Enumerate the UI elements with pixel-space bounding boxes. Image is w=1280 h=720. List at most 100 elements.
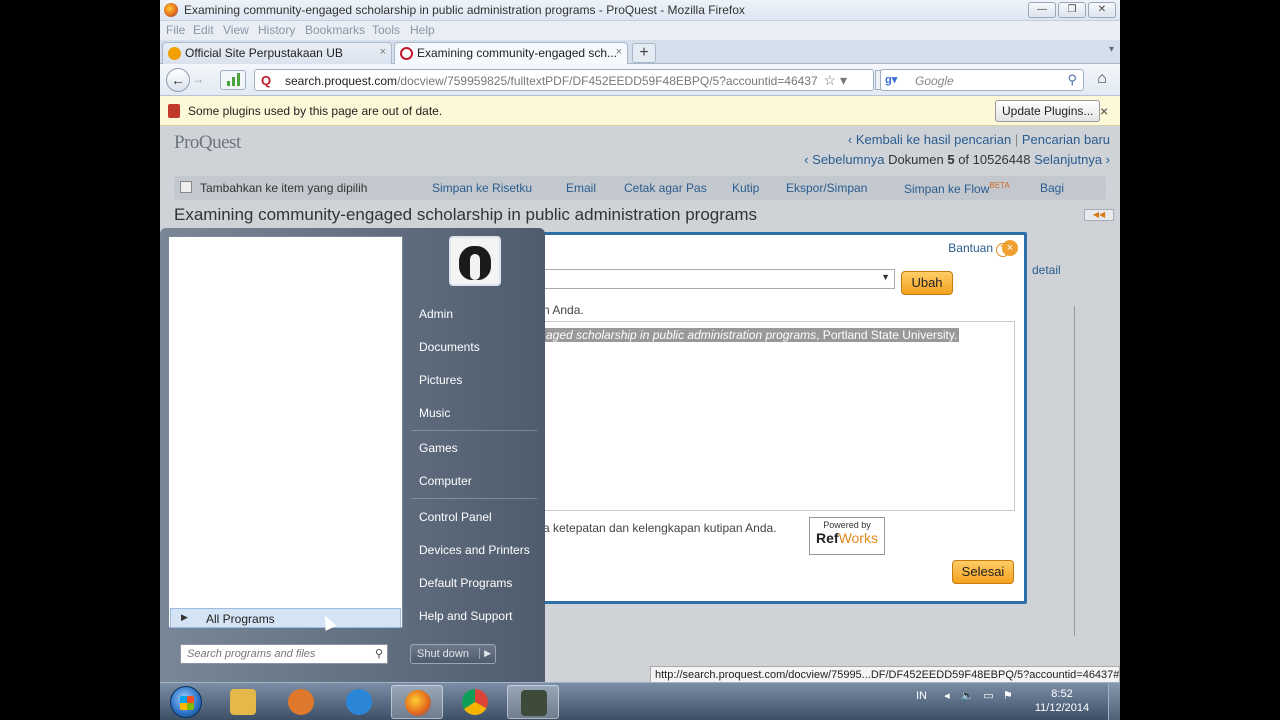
proquest-icon [400, 47, 413, 60]
taskbar-explorer[interactable] [217, 685, 269, 719]
help-link[interactable]: Bantuan? [948, 241, 1010, 257]
menu-file[interactable]: File [166, 23, 185, 37]
start-item-control-panel[interactable]: Control Panel [419, 510, 492, 524]
close-plugin-bar-icon[interactable]: × [1100, 103, 1108, 119]
tray-arrow-icon[interactable]: ◂ [944, 690, 950, 702]
back-button[interactable]: ← [166, 68, 190, 92]
close-tab-icon[interactable]: × [616, 46, 622, 58]
minimize-button[interactable]: — [1028, 2, 1056, 18]
clock-time: 8:52 [1051, 688, 1073, 700]
search-icon[interactable]: ⚲ [1067, 72, 1077, 88]
google-icon[interactable]: g▾ [885, 73, 899, 87]
change-style-button[interactable]: Ubah [901, 271, 953, 295]
email-button[interactable]: Email [566, 181, 596, 195]
close-window-button[interactable]: ✕ [1088, 2, 1116, 18]
save-to-flow-button[interactable]: Simpan ke FlowBETA [904, 181, 1010, 196]
done-button[interactable]: Selesai [952, 560, 1014, 584]
menu-tools[interactable]: Tools [372, 23, 400, 37]
menu-view[interactable]: View [223, 23, 249, 37]
save-to-myresearch-button[interactable]: Simpan ke Risetku [432, 181, 532, 195]
home-icon[interactable]: ⌂ [1090, 70, 1114, 90]
show-desktop-button[interactable] [1108, 683, 1120, 720]
export-button[interactable]: Ekspor/Simpan [786, 181, 867, 195]
close-dialog-icon[interactable]: × [1002, 240, 1018, 256]
proquest-logo[interactable]: ProQuest [174, 132, 241, 154]
user-avatar[interactable] [449, 236, 501, 286]
language-indicator[interactable]: IN [916, 690, 927, 702]
arrow-right-icon: ▶ [181, 612, 188, 622]
taskbar: IN ◂ 🔈 ▭ ⚑ 8:52 11/12/2014 [160, 682, 1120, 720]
start-item-music[interactable]: Music [419, 406, 450, 420]
taskbar-media-player[interactable] [275, 685, 327, 719]
collapse-panel-icon[interactable]: ◀◀ [1084, 209, 1114, 221]
tab-list-icon[interactable]: ▾ [1109, 44, 1114, 55]
system-tray: IN ◂ 🔈 ▭ ⚑ [916, 689, 1013, 702]
plugin-message: Some plugins used by this page are out o… [188, 104, 443, 118]
search-programs-input[interactable]: Search programs and files ⚲ [180, 644, 388, 664]
new-search-link[interactable]: Pencarian baru [1022, 132, 1110, 147]
close-tab-icon[interactable]: × [380, 46, 386, 58]
refworks-logo[interactable]: Powered by RefWorks [809, 517, 885, 555]
menu-history[interactable]: History [258, 23, 295, 37]
document-index: 5 [947, 152, 955, 167]
taskbar-firefox[interactable] [391, 685, 443, 719]
document-title: Examining community-engaged scholarship … [174, 205, 758, 224]
taskbar-internet-explorer[interactable] [333, 685, 385, 719]
ie-icon [346, 689, 372, 715]
previous-link[interactable]: ‹ Sebelumnya [804, 152, 884, 167]
taskbar-camtasia[interactable] [507, 685, 559, 719]
url-bar[interactable]: Q search.proquest.com/docview/759959825/… [254, 69, 895, 91]
network-icon[interactable]: ▭ [983, 690, 993, 702]
start-item-help-support[interactable]: Help and Support [419, 609, 512, 623]
bookmark-star-icon[interactable]: ☆ ▾ [824, 72, 847, 89]
start-item-computer[interactable]: Computer [419, 474, 472, 488]
start-item-games[interactable]: Games [419, 441, 458, 455]
start-item-default-programs[interactable]: Default Programs [419, 576, 512, 590]
share-button[interactable]: Bagi [1040, 181, 1064, 195]
start-item-admin[interactable]: Admin [419, 307, 453, 321]
cite-button[interactable]: Kutip [732, 181, 759, 195]
menu-edit[interactable]: Edit [193, 23, 214, 37]
search-placeholder: Google [915, 74, 954, 88]
detail-link[interactable]: detail [1032, 263, 1061, 277]
new-tab-button[interactable]: + [632, 43, 656, 63]
start-item-devices-printers[interactable]: Devices and Printers [419, 543, 530, 557]
action-center-icon[interactable]: ⚑ [1003, 690, 1013, 702]
start-item-documents[interactable]: Documents [419, 340, 480, 354]
citation-hint-top: n Anda. [543, 303, 584, 317]
document-toolbar: Tambahkan ke item yang dipilih Simpan ke… [174, 176, 1106, 200]
citation-style-select[interactable]: ▼ [543, 269, 895, 289]
tab-label: Examining community-engaged sch... [417, 46, 618, 60]
search-bar[interactable]: g▾ Google ⚲ [880, 69, 1084, 91]
back-to-results-link[interactable]: ‹ Kembali ke hasil pencarian [848, 132, 1011, 147]
navigation-bar: ← → Q search.proquest.com/docview/759959… [160, 64, 1120, 96]
tab-perpustakaan-ub[interactable]: Official Site Perpustakaan UB × [162, 42, 392, 64]
update-plugins-button[interactable]: Update Plugins... [995, 100, 1101, 122]
tab-proquest[interactable]: Examining community-engaged sch... × [394, 42, 628, 64]
forward-button[interactable]: → [192, 72, 214, 88]
arrow-right-icon: ▶ [479, 648, 491, 659]
plugin-notification-bar: Some plugins used by this page are out o… [160, 96, 1120, 126]
tab-label: Official Site Perpustakaan UB [185, 46, 343, 60]
ub-icon [168, 47, 181, 60]
window-title: Examining community-engaged scholarship … [184, 3, 745, 17]
menu-bookmarks[interactable]: Bookmarks [305, 23, 365, 37]
start-button[interactable] [170, 686, 202, 718]
select-item-checkbox[interactable] [180, 181, 192, 193]
shutdown-button[interactable]: Shut down ▶ [410, 644, 496, 664]
start-item-pictures[interactable]: Pictures [419, 373, 462, 387]
citation-textbox[interactable]: aged scholarship in public administratio… [543, 321, 1015, 511]
screen: Examining community-engaged scholarship … [160, 0, 1120, 720]
maximize-button[interactable]: ❐ [1058, 2, 1086, 18]
print-button[interactable]: Cetak agar Pas [624, 181, 707, 195]
volume-icon[interactable]: 🔈 [961, 690, 975, 702]
programs-list [168, 236, 403, 628]
signal-icon[interactable] [220, 70, 246, 90]
clock[interactable]: 8:52 11/12/2014 [1032, 687, 1092, 715]
chrome-icon [462, 689, 488, 715]
menu-help[interactable]: Help [410, 23, 435, 37]
taskbar-chrome[interactable] [449, 685, 501, 719]
all-programs-button[interactable]: ▶ All Programs [170, 608, 401, 628]
next-link[interactable]: Selanjutnya › [1034, 152, 1110, 167]
window-controls: — ❐ ✕ [1028, 2, 1116, 18]
